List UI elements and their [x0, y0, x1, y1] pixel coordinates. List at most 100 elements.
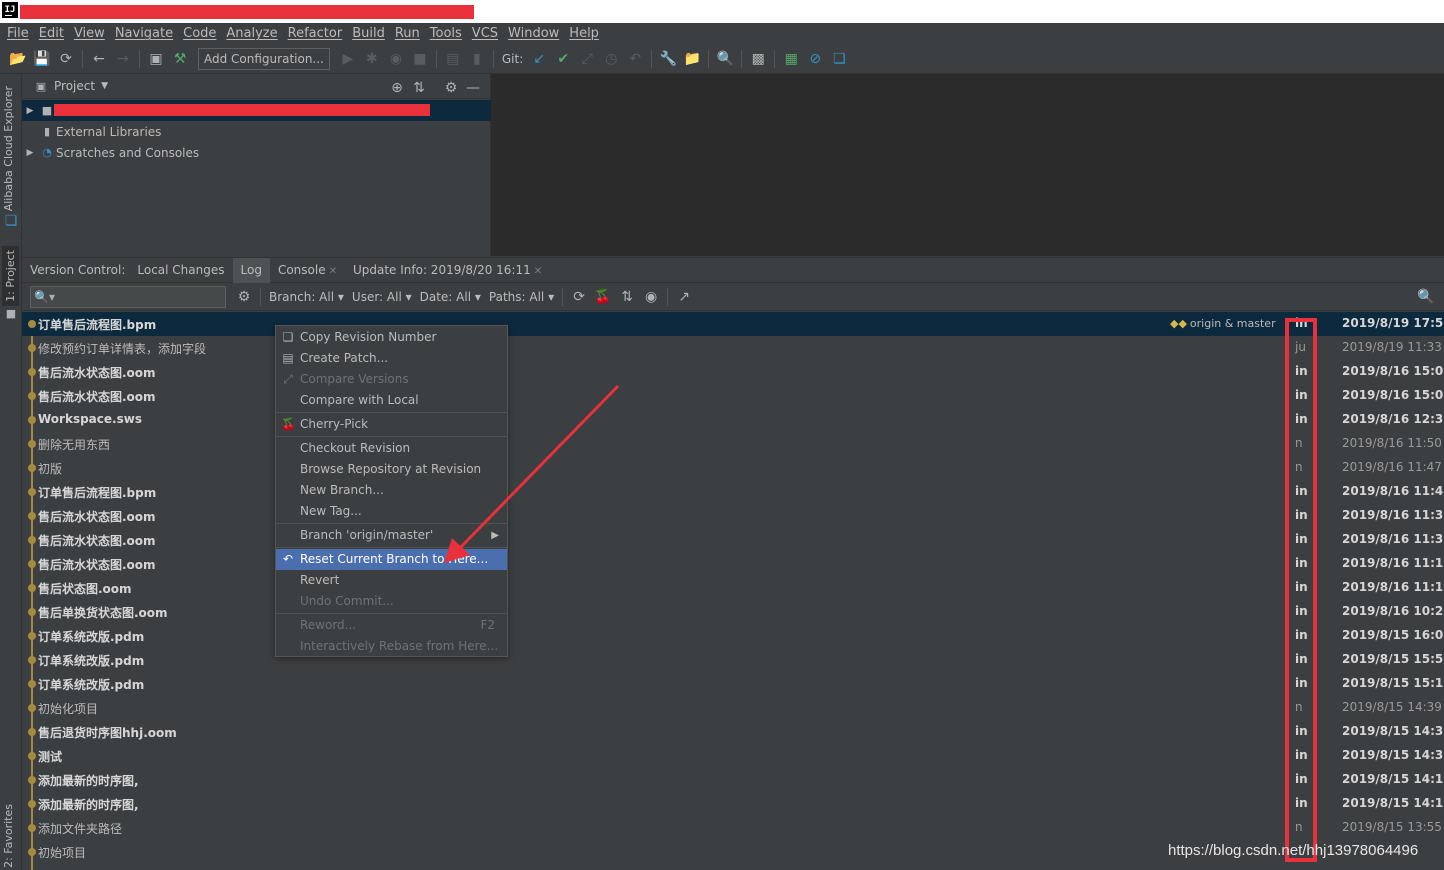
coverage-icon[interactable]: ◉ [384, 48, 408, 70]
hide-icon[interactable]: — [462, 77, 484, 99]
menu-cherry-pick[interactable]: 🍒 Cherry-Pick [276, 414, 507, 435]
forward-icon[interactable]: → [111, 48, 135, 70]
menu-compare-with-local[interactable]: Compare with Local [276, 390, 507, 411]
commit-row[interactable]: 订单售后流程图.bpm ◆◆ origin & master in 2019/8/19 … [22, 312, 1444, 336]
debug-icon[interactable]: ✱ [360, 48, 384, 70]
add-configuration-button[interactable]: Add Configuration... [198, 48, 330, 70]
refresh-icon[interactable]: ⟳ [567, 286, 591, 308]
menu-navigate[interactable]: Navigate [110, 23, 178, 45]
menu-tools[interactable]: Tools [425, 23, 467, 45]
search-icon[interactable]: 🔍 [1414, 286, 1438, 308]
git-history-icon[interactable]: ◷ [599, 48, 623, 70]
locate-icon[interactable]: ⊕ [386, 77, 408, 99]
commit-row[interactable]: Workspace.sws in 2019/8/16 12:37 [22, 408, 1444, 432]
tab-console[interactable]: Console ✕ [270, 258, 345, 283]
chevron-down-icon[interactable]: ▼ [101, 81, 108, 91]
side-tab-alibaba-cloud[interactable]: Alibaba Cloud Explorer [2, 86, 15, 211]
commit-row[interactable]: 售后单换货状态图.oom in 2019/8/16 10:26 [22, 600, 1444, 624]
project-view-selector[interactable]: Project [54, 79, 95, 93]
commit-row[interactable]: 删除无用东西 n 2019/8/16 11:50 [22, 432, 1444, 456]
expand-arrow-icon[interactable]: ▶ [22, 106, 38, 116]
cherry-pick-icon[interactable]: 🍒 [591, 286, 615, 308]
menu-create-patch[interactable]: ▤ Create Patch... [276, 348, 507, 369]
git-update-icon[interactable]: ↙ [527, 48, 551, 70]
close-icon[interactable]: ✕ [329, 266, 337, 277]
commit-row[interactable]: 售后流水状态图.oom in 2019/8/16 11:35 [22, 504, 1444, 528]
menu-help[interactable]: Help [564, 23, 604, 45]
tab-update-info[interactable]: Update Info: 2019/8/20 16:11 ✕ [345, 258, 550, 283]
menu-interactive-rebase[interactable]: Interactively Rebase from Here... [276, 636, 507, 657]
menu-analyze[interactable]: Analyze [221, 23, 282, 45]
menu-browse-repository[interactable]: Browse Repository at Revision [276, 459, 507, 480]
commit-row[interactable]: 售后流水状态图.oom in 2019/8/16 15:09 [22, 360, 1444, 384]
commit-row[interactable]: 售后状态图.oom in 2019/8/16 11:10 [22, 576, 1444, 600]
no-entry-icon[interactable]: ⊘ [803, 48, 827, 70]
git-rollback-icon[interactable]: ↶ [623, 48, 647, 70]
menu-view[interactable]: View [69, 23, 110, 45]
menu-build[interactable]: Build [347, 23, 390, 45]
expand-arrow-icon[interactable]: ▶ [22, 148, 38, 158]
open-folder-icon[interactable]: 📂 [6, 48, 30, 70]
commit-row[interactable]: 售后流水状态图.oom in 2019/8/16 11:32 [22, 528, 1444, 552]
tab-local-changes[interactable]: Local Changes [129, 258, 232, 283]
commit-row[interactable]: 添加最新的时序图, in 2019/8/15 14:17 [22, 768, 1444, 792]
commit-row[interactable]: 订单售后流程图.bpm in 2019/8/16 11:46 [22, 480, 1444, 504]
project-folder-icon[interactable]: 📁 [680, 48, 704, 70]
git-compare-icon[interactable]: ⤢ [575, 48, 599, 70]
commit-row[interactable]: 测试 in 2019/8/15 14:32 [22, 744, 1444, 768]
date-filter[interactable]: Date: All ▾ [416, 290, 485, 304]
sort-icon[interactable]: ⇅ [615, 286, 639, 308]
window-icon[interactable]: ▣ [144, 48, 168, 70]
menu-reword[interactable]: Reword... F2 [276, 615, 507, 636]
translate-icon[interactable]: ▩ [746, 48, 770, 70]
paths-filter[interactable]: Paths: All ▾ [485, 290, 558, 304]
menu-vcs[interactable]: VCS [467, 23, 503, 45]
build-hammer-icon[interactable]: ⚒ [168, 48, 192, 70]
search-icon[interactable]: 🔍 [713, 48, 737, 70]
open-external-icon[interactable]: ↗ [672, 286, 696, 308]
menu-window[interactable]: Window [503, 23, 564, 45]
menu-code[interactable]: Code [178, 23, 221, 45]
back-icon[interactable]: ← [87, 48, 111, 70]
collapse-all-icon[interactable]: ⇅ [408, 77, 430, 99]
menu-new-tag[interactable]: New Tag... [276, 501, 507, 522]
alibaba-cloud-icon[interactable]: ❏ [0, 210, 22, 232]
menu-undo-commit[interactable]: Undo Commit... [276, 591, 507, 612]
tab-log[interactable]: Log [232, 257, 270, 283]
commit-row[interactable]: 订单系统改版.pdm in 2019/8/15 15:58 [22, 648, 1444, 672]
run-icon[interactable]: ▶ [336, 48, 360, 70]
alibaba-cloud-icon[interactable]: ❏ [827, 48, 851, 70]
commit-row[interactable]: 订单系统改版.pdm in 2019/8/15 15:11 [22, 672, 1444, 696]
menu-revert[interactable]: Revert [276, 570, 507, 591]
gear-icon[interactable]: ⚙ [232, 286, 256, 308]
side-tab-project[interactable]: 1: Project [2, 246, 19, 306]
menu-compare-versions[interactable]: ⤢ Compare Versions [276, 369, 507, 390]
profile-icon[interactable]: ▮ [465, 48, 489, 70]
wrench-icon[interactable]: 🔧 [656, 48, 680, 70]
menu-checkout-revision[interactable]: Checkout Revision [276, 438, 507, 459]
commit-row[interactable]: 添加文件夹路径 n 2019/8/15 13:55 [22, 816, 1444, 840]
user-filter[interactable]: User: All ▾ [348, 290, 416, 304]
menu-run[interactable]: Run [390, 23, 425, 45]
git-commit-icon[interactable]: ✔ [551, 48, 575, 70]
save-icon[interactable]: 💾 [30, 48, 54, 70]
menu-branch-origin-master[interactable]: Branch 'origin/master' ▶ [276, 525, 507, 546]
tree-item-scratches[interactable]: ▶ ◔ Scratches and Consoles [22, 142, 491, 163]
branch-filter[interactable]: Branch: All ▾ [265, 290, 348, 304]
menu-copy-revision-number[interactable]: ❏ Copy Revision Number [276, 327, 507, 348]
commit-row[interactable]: 售后流水状态图.oom in 2019/8/16 11:17 [22, 552, 1444, 576]
gear-icon[interactable]: ⚙ [440, 77, 462, 99]
commit-row[interactable]: 订单系统改版.pdm in 2019/8/15 16:05 [22, 624, 1444, 648]
tree-item-external-libraries[interactable]: ▮ External Libraries [22, 121, 491, 142]
commit-row[interactable]: 售后退货时序图hhj.oom in 2019/8/15 14:37 [22, 720, 1444, 744]
stop-icon[interactable]: ■ [408, 48, 432, 70]
commit-row[interactable]: 初版 n 2019/8/16 11:47 [22, 456, 1444, 480]
close-icon[interactable]: ✕ [534, 266, 542, 277]
menu-new-branch[interactable]: New Branch... [276, 480, 507, 501]
menu-refactor[interactable]: Refactor [283, 23, 348, 45]
project-structure-icon[interactable]: ▤ [441, 48, 465, 70]
commit-row[interactable]: 售后流水状态图.oom in 2019/8/16 15:08 [22, 384, 1444, 408]
tree-item-project-root[interactable]: ▶ ■ [22, 100, 491, 121]
monitor-icon[interactable]: ▦ [779, 48, 803, 70]
side-tab-favorites[interactable]: 2: Favorites [2, 804, 15, 868]
